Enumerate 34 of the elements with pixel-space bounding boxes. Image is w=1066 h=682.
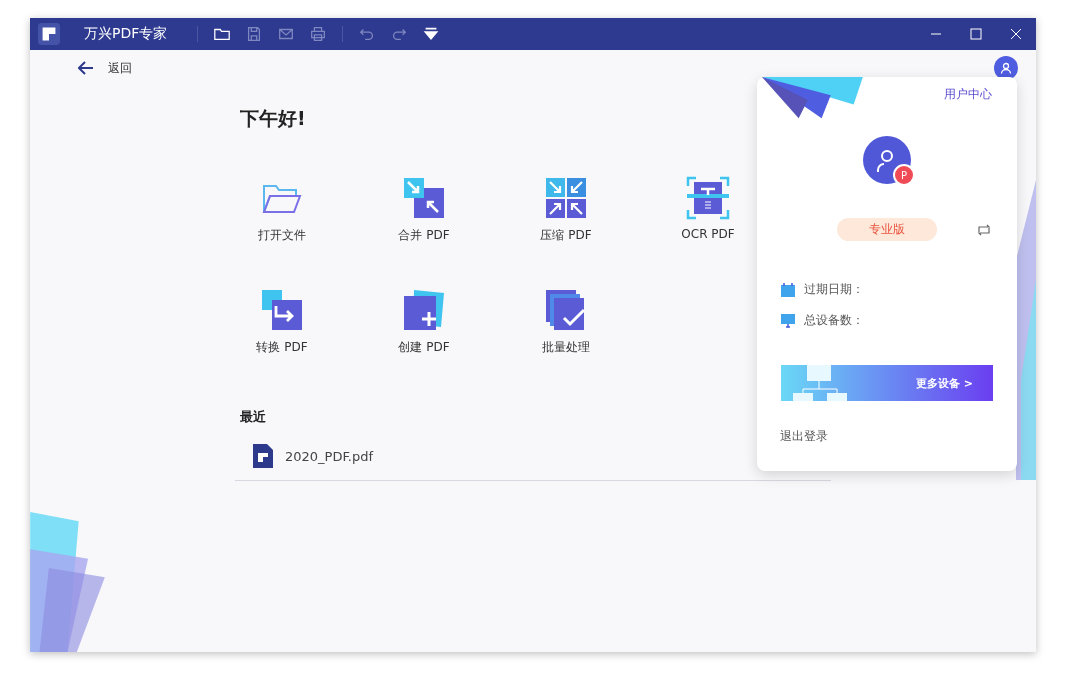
user-avatar-button[interactable] bbox=[994, 56, 1018, 80]
tool-button[interactable]: 批量处理 bbox=[516, 286, 616, 356]
plan-badge: 专业版 bbox=[837, 218, 937, 241]
back-button[interactable]: 返回 bbox=[78, 57, 132, 79]
maximize-icon bbox=[970, 28, 982, 40]
tool-button[interactable]: 转换 PDF bbox=[232, 286, 332, 356]
section-heading: 最近 bbox=[240, 408, 267, 426]
tool-button[interactable]: 合并 PDF bbox=[374, 174, 474, 244]
back-arrow-icon bbox=[78, 61, 94, 75]
info-label: 过期日期： bbox=[804, 281, 864, 298]
user-icon bbox=[1000, 62, 1012, 74]
info-label: 总设备数： bbox=[804, 312, 864, 329]
user-center-link[interactable]: 用户中心 bbox=[944, 86, 992, 103]
greeting-heading: 下午好! bbox=[240, 106, 307, 131]
window-title: 万兴PDF专家 bbox=[84, 25, 168, 43]
create-icon bbox=[402, 288, 446, 332]
monitor-icon bbox=[781, 313, 795, 328]
more-devices-banner[interactable]: 更多设备 > bbox=[781, 365, 993, 401]
merge-icon bbox=[402, 176, 446, 220]
pdf-file-icon bbox=[253, 444, 273, 468]
calendar-icon bbox=[781, 282, 795, 297]
ocr-icon bbox=[686, 176, 730, 220]
tool-button[interactable]: 打开文件 bbox=[232, 174, 332, 244]
close-icon bbox=[1010, 28, 1022, 40]
tool-button[interactable]: 压缩 PDF bbox=[516, 174, 616, 244]
refresh-icon[interactable] bbox=[976, 223, 992, 237]
compress-icon bbox=[544, 176, 588, 220]
logout-link[interactable]: 退出登录 bbox=[780, 428, 828, 445]
pro-badge: P bbox=[893, 164, 915, 186]
tool-button[interactable]: 创建 PDF bbox=[374, 286, 474, 356]
tool-button[interactable]: OCR PDF bbox=[658, 174, 758, 244]
app-logo-icon bbox=[38, 23, 60, 45]
recent-file-item[interactable]: 2020_PDF.pdf bbox=[253, 444, 374, 468]
convert-icon bbox=[260, 288, 304, 332]
